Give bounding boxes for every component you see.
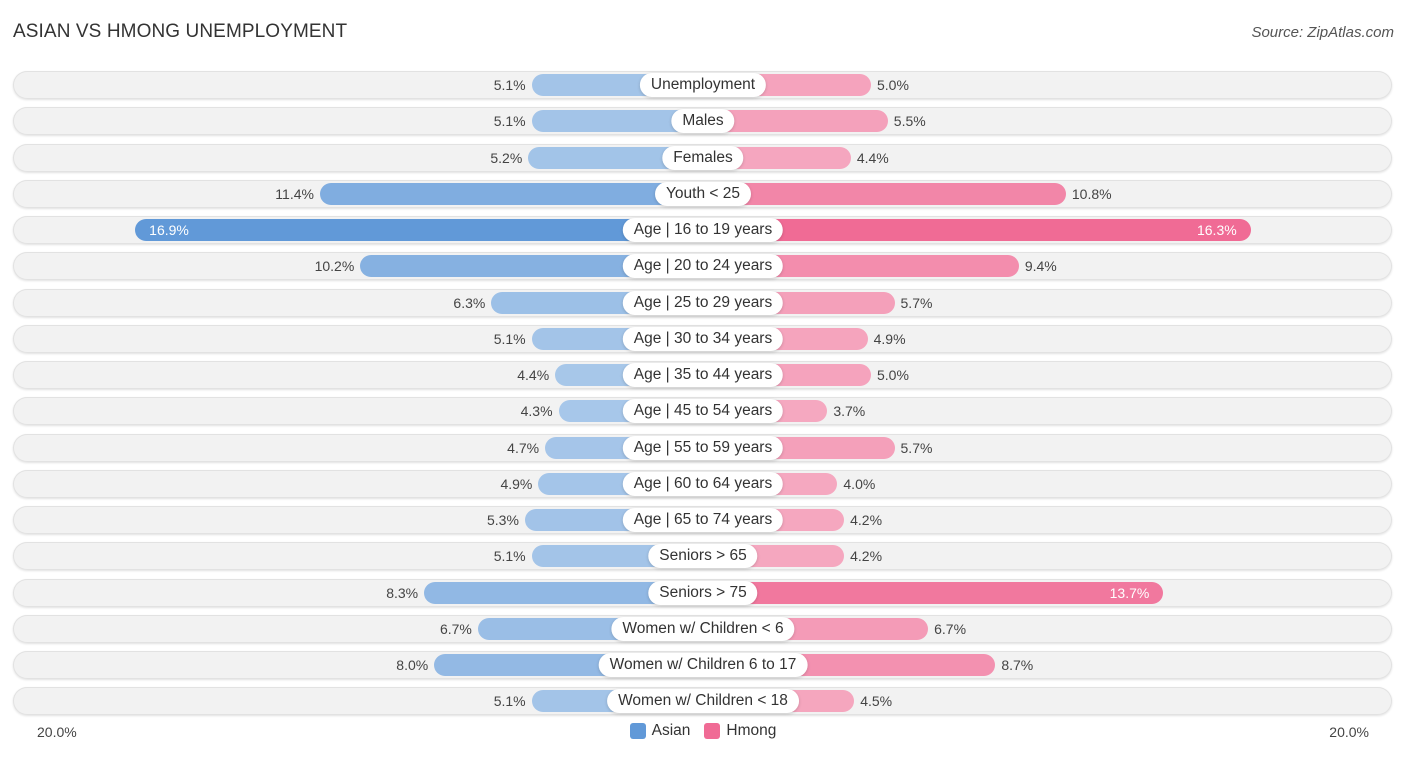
category-label: Age | 60 to 64 years [622,471,784,496]
value-label-asian: 6.3% [453,294,486,311]
value-label-hmong: 10.8% [1071,185,1112,202]
category-label: Age | 25 to 29 years [622,290,784,315]
category-label: Seniors > 75 [648,580,758,605]
value-label-hmong: 4.4% [856,149,889,166]
value-label-hmong: 8.7% [1001,657,1034,673]
value-label-hmong: 4.5% [860,693,893,710]
value-label-hmong: 5.0% [877,77,909,93]
value-label-hmong: 4.9% [873,330,906,347]
value-label-asian: 16.9% [149,222,189,238]
category-label: Unemployment [639,73,767,97]
chart-area: 5.1% 5.0% Unemployment 5.1% 5.5% Males 5.2% 4.4… [0,0,1406,757]
value-label-asian: 8.3% [386,584,419,601]
bar-asian[interactable] [319,182,703,205]
category-label: Women w/ Children 6 to 17 [598,653,808,677]
bar-asian[interactable] [135,219,703,241]
value-label-hmong: 5.0% [877,367,909,383]
category-label: Age | 16 to 19 years [622,218,784,242]
value-label-asian: 8.0% [396,657,429,673]
value-label-hmong: 5.7% [900,439,933,456]
category-label: Age | 65 to 74 years [622,508,784,532]
category-label: Age | 45 to 54 years [622,399,784,424]
value-label-asian: 5.1% [493,693,526,710]
category-label: Males [671,109,735,134]
category-label: Seniors > 65 [648,544,758,569]
category-label: Age | 55 to 59 years [622,435,784,460]
value-label-hmong: 16.3% [1196,222,1237,238]
value-label-asian: 5.3% [487,512,519,528]
value-label-asian: 4.4% [517,367,550,383]
value-label-hmong: 13.7% [1109,584,1150,601]
value-label-asian: 5.1% [493,548,526,565]
bar-hmong[interactable] [703,182,1066,205]
category-label: Age | 30 to 34 years [622,326,784,351]
value-label-hmong: 5.5% [893,113,926,130]
legend: Asian Hmong [0,722,1406,740]
category-label: Females [662,145,744,170]
value-label-hmong: 9.4% [1024,258,1057,275]
value-label-hmong: 4.2% [850,548,883,565]
value-label-asian: 4.3% [520,403,553,420]
legend-swatch-hmong [704,723,721,739]
value-label-asian: 11.4% [275,185,314,202]
legend-label-asian: Asian [651,722,691,739]
value-label-asian: 6.7% [439,620,472,637]
value-label-asian: 5.2% [490,149,523,166]
legend-item-asian[interactable]: Asian [629,722,691,740]
value-label-asian: 4.9% [500,475,533,492]
legend-label-hmong: Hmong [726,722,777,739]
category-label: Age | 20 to 24 years [622,254,784,279]
value-label-hmong: 6.7% [934,620,967,637]
value-label-hmong: 3.7% [833,403,866,420]
value-label-asian: 5.1% [493,330,526,347]
value-label-asian: 5.1% [493,113,526,130]
category-label: Youth < 25 [655,181,751,206]
bar-hmong[interactable] [703,219,1251,241]
legend-item-hmong[interactable]: Hmong [704,722,776,740]
value-label-asian: 10.2% [314,258,355,275]
legend-swatch-asian [629,723,646,739]
category-label: Age | 35 to 44 years [622,363,784,387]
value-label-hmong: 4.0% [843,475,876,492]
value-label-asian: 4.7% [507,439,540,456]
value-label-hmong: 5.7% [900,294,933,311]
value-label-hmong: 4.2% [850,512,883,528]
bar-hmong[interactable] [703,581,1164,604]
category-label: Women w/ Children < 6 [611,616,795,641]
category-label: Women w/ Children < 18 [607,689,799,714]
value-label-asian: 5.1% [493,77,526,93]
